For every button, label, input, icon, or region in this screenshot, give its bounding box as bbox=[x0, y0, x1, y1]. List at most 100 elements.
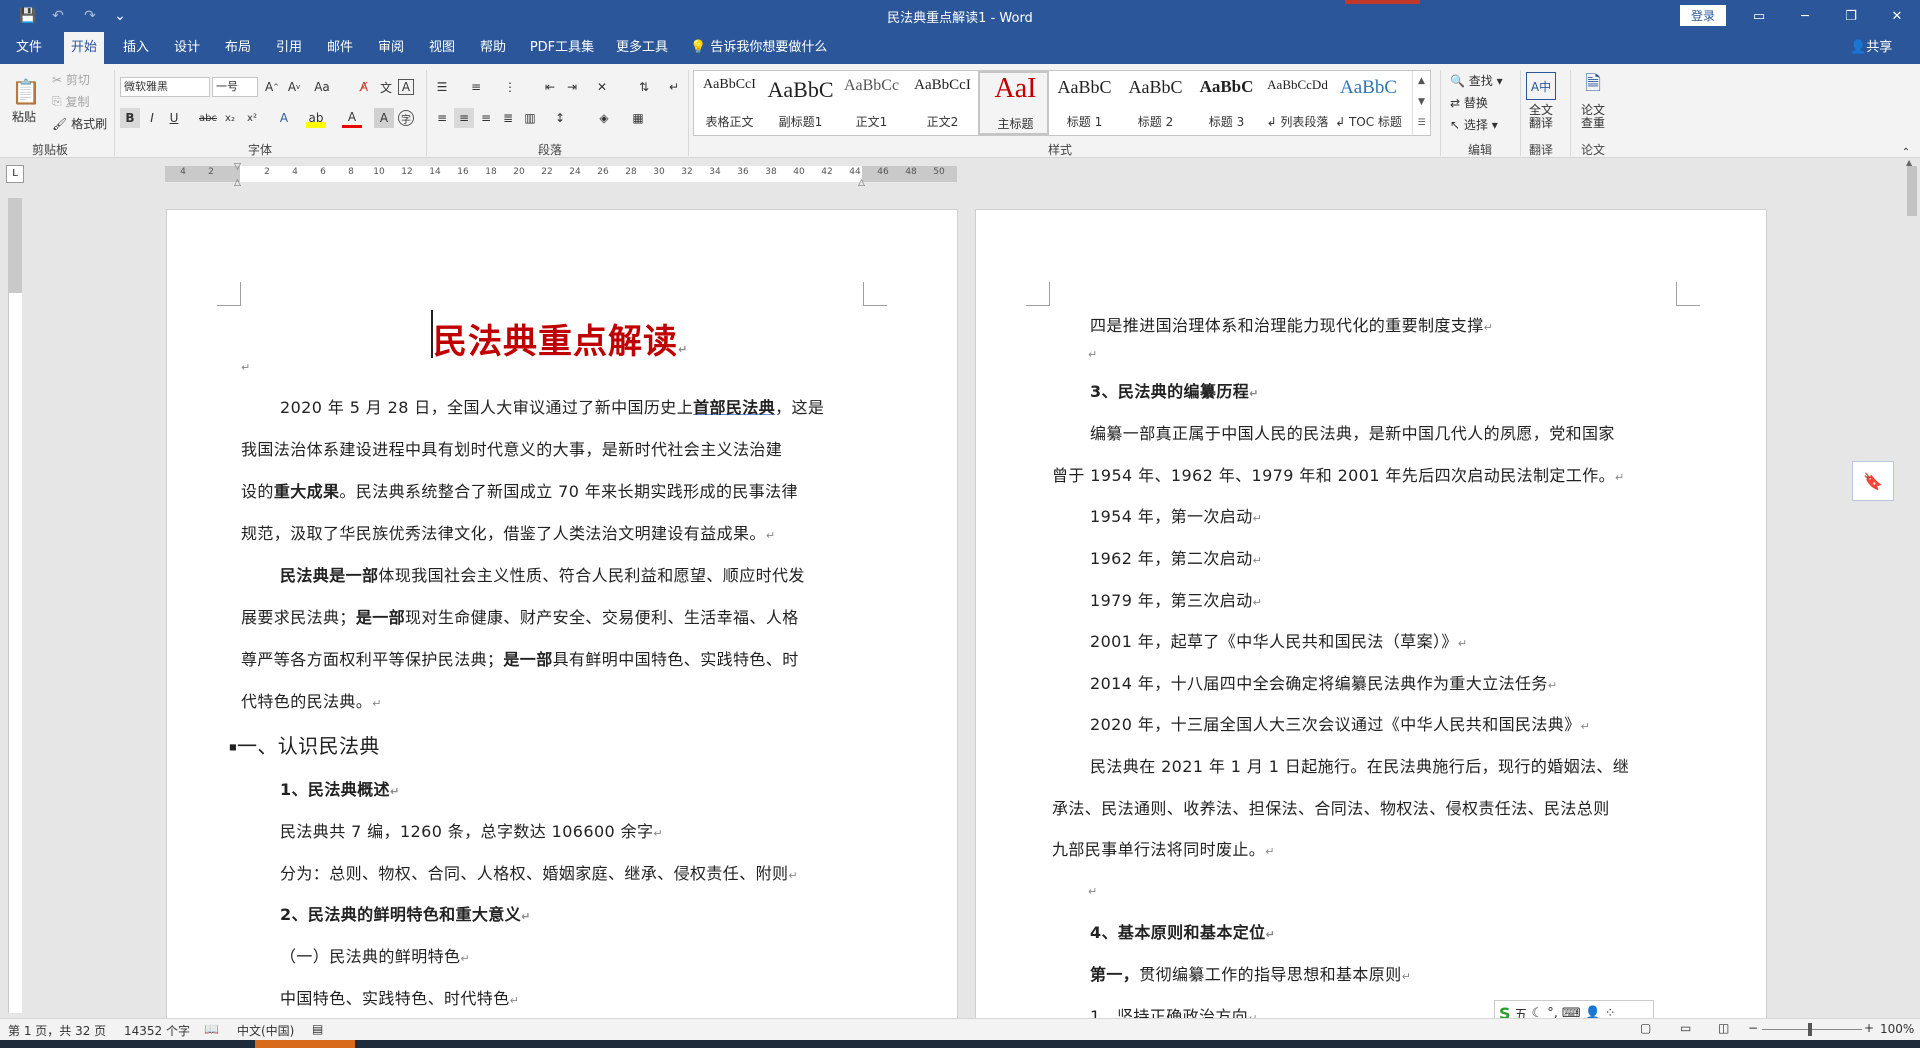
vruler-bar[interactable] bbox=[8, 198, 22, 1013]
style-list-paragraph[interactable]: AaBbCcDd ↲ 列表段落 bbox=[1262, 71, 1333, 135]
cut-button[interactable]: ✂ 剪切 bbox=[52, 71, 90, 88]
save-icon[interactable]: 💾 bbox=[18, 6, 38, 26]
tab-selector[interactable]: L bbox=[6, 165, 24, 183]
share-button[interactable]: 👤共享 bbox=[1850, 32, 1892, 64]
change-case-icon[interactable]: Aa bbox=[312, 77, 332, 97]
paragraph-line[interactable]: 展要求民法典；是一部现对生命健康、财产安全、交易便利、生活幸福、人格 bbox=[241, 597, 799, 639]
style-body-1[interactable]: AaBbCc 正文1 bbox=[836, 71, 907, 135]
word-count[interactable]: 14352 个字 bbox=[124, 1022, 190, 1039]
zoom-slider-thumb[interactable] bbox=[1808, 1023, 1812, 1036]
heading-2[interactable]: 2、民法典的鲜明特色和重大意义↵ bbox=[280, 894, 531, 938]
paragraph-line[interactable]: 1、坚持正确政治方向↵ bbox=[1090, 996, 1258, 1018]
zoom-in-icon[interactable]: + bbox=[1864, 1021, 1874, 1035]
document-page-1[interactable]: 民法典重点解读↵ ↵ 2020 年 5 月 28 日，全国人大审议通过了新中国历… bbox=[166, 209, 958, 1019]
character-border-icon[interactable]: A bbox=[398, 79, 414, 95]
zoom-slider[interactable] bbox=[1762, 1029, 1862, 1030]
tab-insert[interactable]: 插入 bbox=[116, 32, 156, 64]
redo-icon[interactable]: ↷ bbox=[80, 6, 100, 26]
font-color-icon[interactable]: A bbox=[342, 108, 362, 128]
focus-mode-icon[interactable]: ▢ bbox=[1640, 1021, 1651, 1035]
strikethrough-icon[interactable]: abc bbox=[198, 108, 218, 128]
distributed-icon[interactable]: ▥ bbox=[520, 108, 540, 128]
style-body-2[interactable]: AaBbCcI 正文2 bbox=[907, 71, 978, 135]
highlight-icon[interactable]: ab bbox=[306, 108, 326, 128]
chinese-layout-icon[interactable]: ✕ bbox=[592, 77, 612, 97]
close-icon[interactable]: ✕ bbox=[1874, 0, 1920, 32]
clear-formatting-icon[interactable]: A̸ bbox=[354, 77, 374, 97]
italic-icon[interactable]: I bbox=[142, 108, 162, 128]
document-title[interactable]: 民法典重点解读↵ bbox=[433, 314, 688, 363]
tab-view[interactable]: 视图 bbox=[422, 32, 462, 64]
show-marks-icon[interactable]: ↵ bbox=[664, 77, 684, 97]
paragraph-line[interactable]: 设的重大成果。民法典系统整合了新国成立 70 年来长期实践形成的民事法律 bbox=[241, 471, 798, 513]
align-left-icon[interactable]: ≡ bbox=[432, 108, 452, 128]
line-spacing-icon[interactable]: ↕ bbox=[550, 108, 570, 128]
paper-check-icon[interactable]: 🗎 bbox=[1578, 71, 1608, 100]
paragraph-line[interactable]: 第一，贯彻编纂工作的指导思想和基本原则↵ bbox=[1090, 954, 1411, 998]
paragraph-line[interactable]: 承法、民法通则、收养法、担保法、合同法、物权法、侵权责任法、民法总则 bbox=[1052, 788, 1610, 830]
tell-me-search[interactable]: 💡 告诉我你想要做什么 bbox=[690, 32, 827, 64]
ribbon-display-options-icon[interactable]: ▭ bbox=[1736, 0, 1782, 32]
font-name-combo[interactable]: 微软雅黑 bbox=[120, 77, 210, 97]
paper-check-button[interactable]: 论文查重 bbox=[1576, 104, 1610, 130]
bullets-icon[interactable]: ☰ bbox=[432, 77, 452, 97]
style-table-body[interactable]: AaBbCcI 表格正文 bbox=[694, 71, 765, 135]
tab-pdf-tools[interactable]: PDF工具集 bbox=[526, 32, 598, 64]
minimize-icon[interactable]: ─ bbox=[1782, 0, 1828, 32]
proofing-icon[interactable]: 📖 bbox=[204, 1022, 219, 1036]
macro-icon[interactable]: ▤ bbox=[312, 1022, 323, 1036]
paragraph-line[interactable]: 2020 年，十三届全国人大三次会议通过《中华人民共和国民法典》↵ bbox=[1090, 704, 1590, 748]
paragraph-line[interactable]: 1954 年，第一次启动↵ bbox=[1090, 496, 1262, 540]
paragraph-line[interactable]: 九部民事单行法将同时废止。↵ bbox=[1052, 829, 1275, 873]
format-painter-button[interactable]: 🖌 格式刷 bbox=[52, 115, 107, 132]
numbering-icon[interactable]: ≡ bbox=[466, 77, 486, 97]
paragraph-line[interactable]: 民法典是一部体现我国社会主义性质、符合人民利益和愿望、顺应时代发 bbox=[280, 555, 805, 597]
read-mode-icon[interactable]: ▭ bbox=[1680, 1021, 1691, 1035]
paragraph-line[interactable]: 2014 年，十八届四中全会确定将编纂民法典作为重大立法任务↵ bbox=[1090, 663, 1557, 707]
paragraph-line[interactable]: 尊严等各方面权利平等保护民法典；是一部具有鲜明中国特色、实践特色、时 bbox=[241, 639, 799, 681]
style-heading-2[interactable]: AaBbC 标题 2 bbox=[1120, 71, 1191, 135]
zoom-level[interactable]: 100% bbox=[1880, 1022, 1914, 1036]
style-heading-3[interactable]: AaBbC 标题 3 bbox=[1191, 71, 1262, 135]
paragraph-line[interactable]: 1979 年，第三次启动↵ bbox=[1090, 580, 1262, 624]
replace-button[interactable]: ⇄ 替换 bbox=[1450, 94, 1488, 111]
multilevel-list-icon[interactable]: ⋮ bbox=[500, 77, 520, 97]
tab-review[interactable]: 审阅 bbox=[371, 32, 411, 64]
character-shading-icon[interactable]: A bbox=[374, 108, 394, 128]
paragraph-line[interactable]: 民法典在 2021 年 1 月 1 日起施行。在民法典施行后，现行的婚姻法、继 bbox=[1090, 746, 1629, 788]
customize-quick-access-icon[interactable]: ⌄ bbox=[110, 6, 130, 26]
heading-2[interactable]: 1、民法典概述↵ bbox=[280, 769, 400, 813]
paragraph-line[interactable]: 我国法治体系建设进程中具有划时代意义的大事，是新时代社会主义法治建 bbox=[241, 429, 782, 471]
heading-1[interactable]: ■一、认识民法典 bbox=[229, 725, 380, 769]
paragraph-line[interactable]: 分为：总则、物权、合同、人格权、婚姻家庭、继承、侵权责任、附则↵ bbox=[280, 853, 798, 897]
shading-icon[interactable]: ◈ bbox=[594, 108, 614, 128]
tab-more-tools[interactable]: 更多工具 bbox=[612, 32, 672, 64]
tab-home[interactable]: 开始 bbox=[64, 32, 104, 64]
translate-icon[interactable]: A中 bbox=[1526, 72, 1556, 100]
paragraph-line[interactable]: 1962 年，第二次启动↵ bbox=[1090, 538, 1262, 582]
paragraph-line[interactable]: （一）民法典的鲜明特色↵ bbox=[280, 936, 470, 980]
superscript-icon[interactable]: x² bbox=[242, 108, 262, 128]
paragraph-line[interactable]: 2020 年 5 月 28 日，全国人大审议通过了新中国历史上首部民法典，这是 bbox=[280, 387, 824, 429]
tab-references[interactable]: 引用 bbox=[269, 32, 309, 64]
text-effects-icon[interactable]: A bbox=[274, 108, 294, 128]
bookmark-icon[interactable]: 🔖 bbox=[1852, 461, 1894, 501]
tab-design[interactable]: 设计 bbox=[167, 32, 207, 64]
increase-indent-icon[interactable]: ⇥ bbox=[562, 77, 582, 97]
tab-help[interactable]: 帮助 bbox=[473, 32, 513, 64]
paragraph-line[interactable]: 民法典共 7 编，1260 条，总字数达 106600 余字↵ bbox=[280, 811, 663, 855]
font-size-combo[interactable]: 一号 bbox=[212, 77, 258, 97]
copy-button[interactable]: ⎘ 复制 bbox=[52, 93, 89, 110]
style-subtitle-1[interactable]: AaBbC 副标题1 bbox=[765, 71, 836, 135]
grow-font-icon[interactable]: A ^ bbox=[262, 77, 282, 97]
undo-icon[interactable]: ↶ bbox=[48, 6, 68, 26]
taskbar-app[interactable] bbox=[255, 1040, 355, 1048]
hanging-indent-marker[interactable]: △ bbox=[234, 178, 244, 188]
document-page-2[interactable]: 四是推进国治理体系和治理能力现代化的重要制度支撑↵ ↵ 3、民法典的编纂历程↵ … bbox=[975, 209, 1767, 1019]
borders-icon[interactable]: ▦ bbox=[628, 108, 648, 128]
right-indent-marker[interactable]: △ bbox=[858, 178, 868, 188]
paste-button[interactable]: 粘贴 bbox=[12, 108, 36, 125]
scrollbar-thumb[interactable] bbox=[1907, 166, 1917, 216]
vertical-scrollbar[interactable]: ▲ bbox=[1904, 158, 1920, 1018]
page-count[interactable]: 第 1 页，共 32 页 bbox=[8, 1022, 106, 1039]
